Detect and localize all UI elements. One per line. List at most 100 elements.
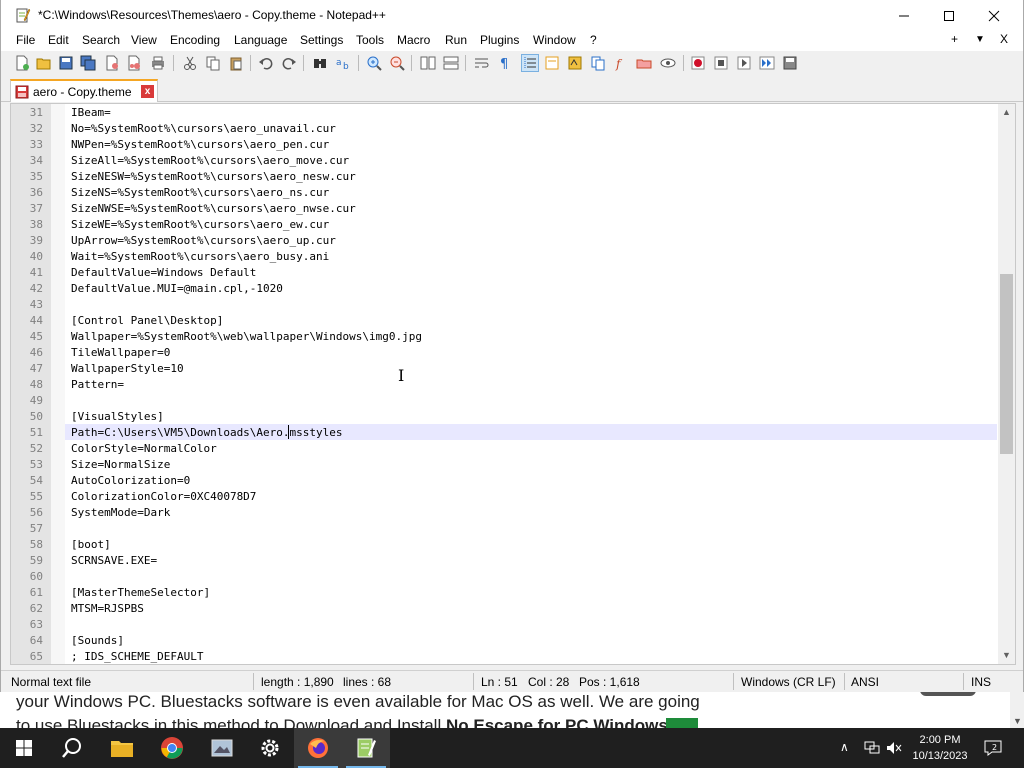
maximize-button[interactable] xyxy=(926,0,972,31)
menu-language[interactable]: Language xyxy=(234,33,287,47)
text-editor[interactable]: 31 IBeam= 32 No=%SystemRoot%\cursors\aero_u… xyxy=(10,103,1016,665)
settings-button[interactable] xyxy=(246,728,294,768)
code-line: Size=NormalSize xyxy=(71,458,171,471)
menu-run[interactable]: Run xyxy=(445,33,467,47)
fold-margin xyxy=(51,104,65,664)
folder-icon xyxy=(111,741,133,757)
redo-icon[interactable] xyxy=(280,54,298,72)
new-tab-plus-icon[interactable]: + xyxy=(951,32,958,46)
menu-bar: File Edit Search View Encoding Language … xyxy=(1,31,1023,51)
vertical-scrollbar[interactable]: ▲ ▼ xyxy=(998,104,1015,664)
status-col: Col : 28 xyxy=(528,675,570,689)
scrollbar-thumb[interactable] xyxy=(1000,274,1013,454)
paste-icon[interactable] xyxy=(227,54,245,72)
replace-icon[interactable]: ab xyxy=(334,54,352,72)
notifications-icon[interactable]: 2 xyxy=(984,740,1002,756)
menu-window[interactable]: Window xyxy=(533,33,576,47)
menu-settings[interactable]: Settings xyxy=(300,33,343,47)
run-macro-multiple-icon[interactable] xyxy=(758,54,776,72)
indent-guide-icon[interactable] xyxy=(521,54,539,72)
tab-aero-copy-theme[interactable]: aero - Copy.theme x xyxy=(10,79,158,102)
volume-muted-icon[interactable] xyxy=(886,741,902,755)
menu-search[interactable]: Search xyxy=(82,33,120,47)
status-separator xyxy=(963,673,964,690)
toolbar-separator xyxy=(465,55,466,71)
tab-close-icon[interactable]: x xyxy=(141,85,154,98)
print-icon[interactable] xyxy=(149,54,167,72)
line-number: 52 xyxy=(29,442,43,455)
code-line: IBeam= xyxy=(71,106,111,119)
sync-vertical-icon[interactable] xyxy=(419,54,437,72)
network-icon[interactable] xyxy=(864,741,880,755)
copy-icon[interactable] xyxy=(204,54,222,72)
status-encoding[interactable]: ANSI xyxy=(851,675,879,689)
close-document-icon[interactable]: X xyxy=(1000,32,1008,46)
toolbar: ab ¶ f xyxy=(1,51,1023,75)
save-icon[interactable] xyxy=(57,54,75,72)
scroll-down-arrow-icon[interactable]: ▼ xyxy=(998,647,1015,664)
save-macro-icon[interactable] xyxy=(781,54,799,72)
function-list-icon[interactable]: f xyxy=(612,54,630,72)
cut-icon[interactable] xyxy=(181,54,199,72)
line-number: 46 xyxy=(29,346,43,359)
file-explorer-button[interactable] xyxy=(98,728,146,768)
zoom-in-icon[interactable] xyxy=(365,54,383,72)
status-eol[interactable]: Windows (CR LF) xyxy=(741,675,836,689)
line-number: 59 xyxy=(29,554,43,567)
search-button[interactable] xyxy=(48,728,96,768)
doc-list-icon[interactable] xyxy=(589,54,607,72)
close-button[interactable] xyxy=(971,0,1017,31)
status-pos: Pos : 1,618 xyxy=(579,675,640,689)
find-icon[interactable] xyxy=(311,54,329,72)
menu-macro[interactable]: Macro xyxy=(397,33,430,47)
folder-as-workspace-icon[interactable] xyxy=(635,54,653,72)
tab-bar: aero - Copy.theme x xyxy=(1,77,1023,102)
tab-list-dropdown-icon[interactable]: ▼ xyxy=(975,34,985,45)
close-file-icon[interactable] xyxy=(103,54,121,72)
system-clock[interactable]: 2:00 PM 10/13/2023 xyxy=(908,732,972,764)
zoom-out-icon[interactable] xyxy=(388,54,406,72)
chrome-icon xyxy=(161,737,183,759)
minimize-button[interactable] xyxy=(881,0,927,31)
menu-encoding[interactable]: Encoding xyxy=(170,33,220,47)
new-file-icon[interactable] xyxy=(13,54,31,72)
show-all-characters-icon[interactable]: ¶ xyxy=(496,54,514,72)
menu-plugins[interactable]: Plugins xyxy=(480,33,519,47)
open-file-icon[interactable] xyxy=(35,54,53,72)
menu-tools[interactable]: Tools xyxy=(356,33,384,47)
monitoring-icon[interactable] xyxy=(659,54,677,72)
word-wrap-icon[interactable] xyxy=(473,54,491,72)
menu-help[interactable]: ? xyxy=(590,33,597,47)
define-language-icon[interactable] xyxy=(543,54,561,72)
code-line: Wallpaper=%SystemRoot%\web\wallpaper\Win… xyxy=(71,330,422,343)
code-line: Pattern= xyxy=(71,378,124,391)
status-insert-mode[interactable]: INS xyxy=(971,675,991,689)
toolbar-separator xyxy=(250,55,251,71)
status-separator xyxy=(733,673,734,690)
menu-view[interactable]: View xyxy=(131,33,157,47)
save-all-icon[interactable] xyxy=(79,54,97,72)
stop-recording-icon[interactable] xyxy=(712,54,730,72)
menu-edit[interactable]: Edit xyxy=(48,33,69,47)
chrome-button[interactable] xyxy=(148,728,196,768)
show-hidden-icons-chevron-icon[interactable]: ∧ xyxy=(840,740,849,754)
clock-time: 2:00 PM xyxy=(919,734,961,746)
playback-macro-icon[interactable] xyxy=(735,54,753,72)
sync-horizontal-icon[interactable] xyxy=(442,54,460,72)
background-scrollbar[interactable]: ▼ xyxy=(1010,690,1024,730)
notepad-plus-plus-taskbar-button[interactable] xyxy=(342,728,390,768)
scroll-down-arrow-icon[interactable]: ▼ xyxy=(1013,716,1022,726)
photo-app-button[interactable] xyxy=(198,728,246,768)
code-line: ; IDS_SCHEME_DEFAULT xyxy=(71,650,204,663)
start-button[interactable] xyxy=(0,728,48,768)
menu-file[interactable]: File xyxy=(16,33,35,47)
toolbar-separator xyxy=(173,55,174,71)
firefox-button[interactable] xyxy=(294,728,342,768)
doc-map-icon[interactable] xyxy=(566,54,584,72)
undo-icon[interactable] xyxy=(257,54,275,72)
record-macro-icon[interactable] xyxy=(689,54,707,72)
title-bar[interactable]: *C:\Windows\Resources\Themes\aero - Copy… xyxy=(1,0,1023,31)
scroll-up-arrow-icon[interactable]: ▲ xyxy=(998,104,1015,121)
status-separator xyxy=(253,673,254,690)
close-all-icon[interactable] xyxy=(125,54,143,72)
